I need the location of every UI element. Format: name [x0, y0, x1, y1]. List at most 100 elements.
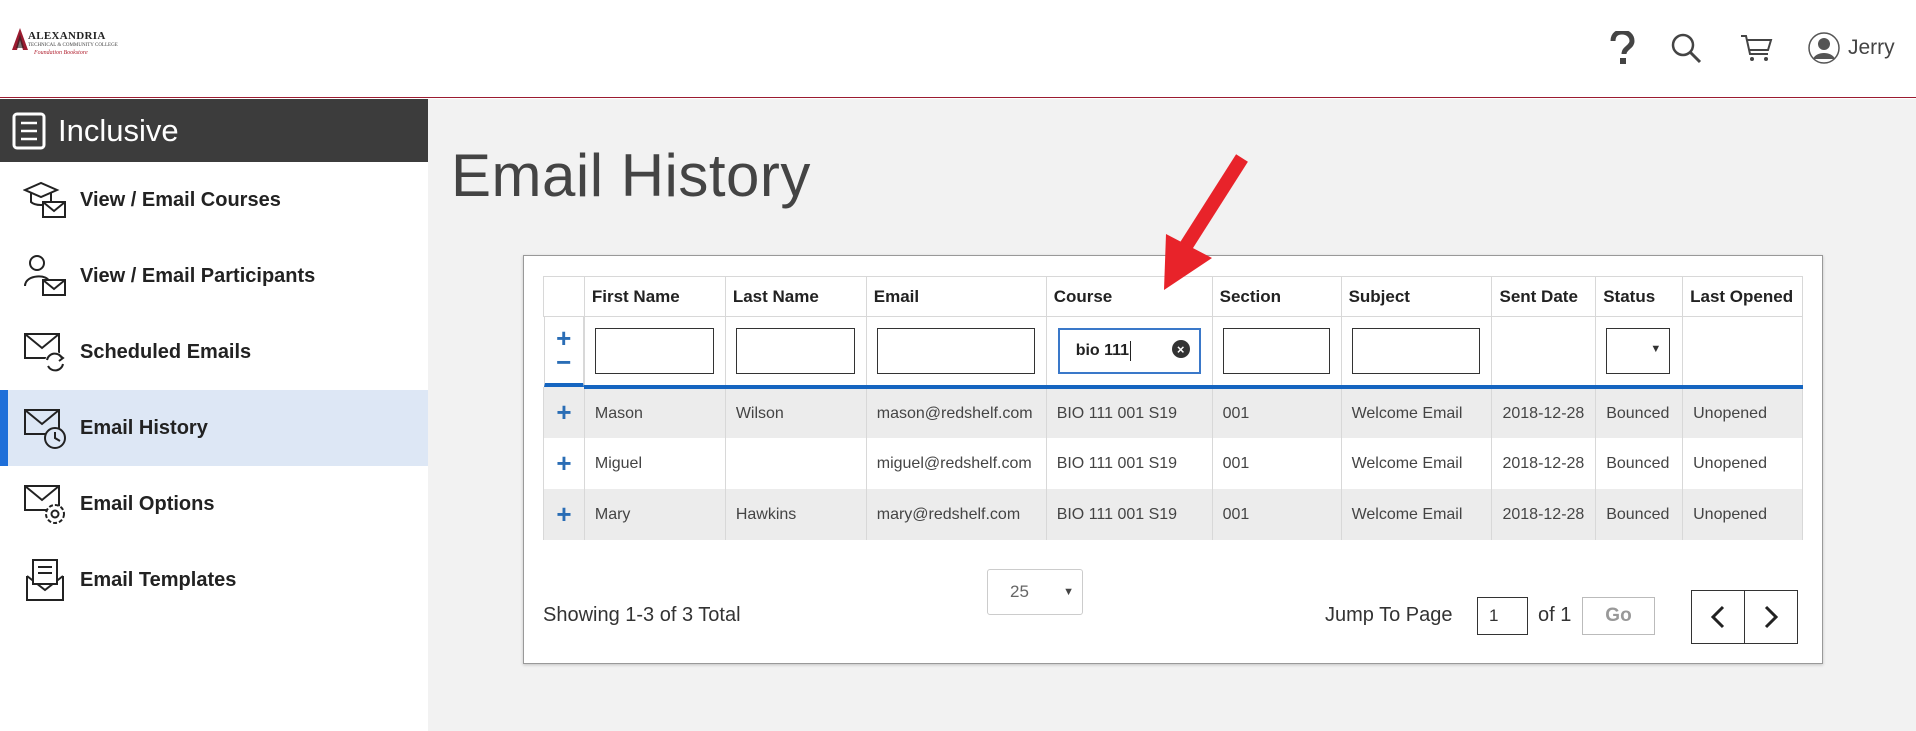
sidebar-item-email-history[interactable]: Email History [0, 390, 428, 466]
search-icon[interactable] [1666, 28, 1706, 68]
cell-section: 001 [1211, 438, 1342, 489]
chevron-right-icon [1764, 605, 1779, 629]
logo-name: ALEXANDRIA [28, 30, 106, 42]
section-filter-input[interactable] [1222, 328, 1330, 374]
email-filter-input[interactable] [876, 328, 1035, 374]
logo-mark-icon [12, 28, 28, 50]
cell-email-link[interactable]: mary@redshelf.com [865, 489, 1047, 540]
expand-row-icon[interactable]: + [543, 438, 585, 489]
sidebar-item-label: View / Email Participants [80, 264, 316, 287]
cell-status: Bounced [1595, 438, 1684, 489]
column-header-last-name[interactable]: Last Name [724, 276, 867, 317]
cell-last-name [724, 438, 867, 489]
column-header-status[interactable]: Status [1595, 276, 1684, 317]
cell-subject: Welcome Email [1340, 489, 1493, 540]
cell-email-link[interactable]: mason@redshelf.com [865, 387, 1047, 438]
first-name-filter-input[interactable] [594, 328, 714, 374]
mail-clock-icon [22, 405, 68, 451]
page-number-input[interactable]: 1 [1477, 597, 1528, 635]
cell-section: 001 [1211, 387, 1342, 438]
sidebar-item-label: Email Templates [80, 568, 237, 591]
cell-sent-date: 2018-12-28 [1491, 438, 1597, 489]
cell-section: 001 [1211, 489, 1342, 540]
user-avatar-icon [1808, 32, 1840, 64]
next-page-button[interactable] [1745, 591, 1797, 643]
sidebar-item-label: Email Options [80, 492, 215, 515]
logo-tagline: TECHNICAL & COMMUNITY COLLEGE [28, 43, 118, 48]
cell-status: Bounced [1595, 489, 1684, 540]
column-header-subject[interactable]: Subject [1340, 276, 1493, 317]
sidebar-item-scheduled-emails[interactable]: Scheduled Emails [0, 314, 428, 390]
course-filter-input[interactable]: bio 111 × [1057, 328, 1201, 374]
table-row: + Mason Wilson mason@redshelf.com BIO 11… [543, 387, 1803, 438]
pager [1691, 590, 1798, 644]
graduation-cap-mail-icon [22, 177, 68, 223]
sidebar-item-view-email-participants[interactable]: View / Email Participants [0, 238, 428, 314]
column-header-last-opened[interactable]: Last Opened [1682, 276, 1803, 317]
email-history-table: First Name Last Name Email Course Sectio… [543, 276, 1803, 540]
cell-last-name: Wilson [724, 387, 867, 438]
go-button[interactable]: Go [1582, 597, 1655, 635]
filter-row: + − bio 111 × [543, 316, 1803, 389]
column-header-first-name[interactable]: First Name [583, 276, 726, 317]
column-header-expand [543, 276, 585, 317]
cell-first-name: Mason [583, 387, 726, 438]
subject-filter-input[interactable] [1351, 328, 1480, 374]
jump-to-page-label: Jump To Page [1325, 604, 1453, 626]
cell-sent-date: 2018-12-28 [1491, 489, 1597, 540]
annotation-arrow-icon [1164, 154, 1248, 290]
cell-subject: Welcome Email [1340, 438, 1493, 489]
status-filter-select[interactable] [1606, 328, 1671, 374]
cell-last-name: Hawkins [724, 489, 867, 540]
expand-row-icon[interactable]: + [543, 387, 585, 438]
expand-row-icon[interactable]: + [543, 489, 585, 540]
last-name-filter-input[interactable] [735, 328, 855, 374]
sidebar: Inclusive View / Email Courses View / Em… [0, 99, 428, 731]
chevron-left-icon [1710, 605, 1725, 629]
sidebar-item-label: Scheduled Emails [80, 340, 252, 363]
text-cursor [1130, 341, 1132, 361]
sidebar-item-email-options[interactable]: Email Options [0, 466, 428, 542]
column-header-sent-date[interactable]: Sent Date [1491, 276, 1597, 317]
user-name: Jerry [1848, 36, 1895, 59]
sidebar-title: Inclusive [58, 112, 179, 148]
sidebar-header: Inclusive [0, 99, 428, 162]
course-filter-value: bio 111 [1075, 342, 1130, 359]
cell-last-opened: Unopened [1682, 387, 1803, 438]
cell-sent-date: 2018-12-28 [1491, 387, 1597, 438]
alexandria-logo[interactable]: ALEXANDRIA TECHNICAL & COMMUNITY COLLEGE… [12, 28, 118, 60]
cell-first-name: Mary [583, 489, 726, 540]
cell-course: BIO 111 001 S19 [1045, 438, 1213, 489]
column-header-email[interactable]: Email [865, 276, 1047, 317]
collapse-all-icon[interactable]: − [556, 349, 571, 375]
previous-page-button[interactable] [1692, 591, 1745, 643]
table-row: + Mary Hawkins mary@redshelf.com BIO 111… [543, 489, 1803, 540]
mail-document-icon [22, 557, 68, 603]
sidebar-item-view-email-courses[interactable]: View / Email Courses [0, 162, 428, 238]
cell-course: BIO 111 001 S19 [1045, 489, 1213, 540]
help-icon[interactable] [1602, 28, 1642, 68]
cell-course: BIO 111 001 S19 [1045, 387, 1213, 438]
user-menu[interactable]: Jerry [1808, 30, 1895, 66]
cell-subject: Welcome Email [1340, 387, 1493, 438]
mail-refresh-icon [22, 329, 68, 375]
clear-filter-icon[interactable]: × [1171, 340, 1190, 358]
total-pages-label: of 1 [1538, 604, 1572, 626]
expand-collapse-all: + − [543, 317, 584, 387]
cell-first-name: Miguel [583, 438, 726, 489]
logo-sub: Foundation Bookstore [34, 50, 88, 56]
document-list-icon [12, 112, 46, 149]
person-mail-icon [22, 253, 68, 299]
cart-icon[interactable] [1736, 28, 1776, 68]
email-history-panel: First Name Last Name Email Course Sectio… [523, 255, 1823, 664]
sidebar-item-label: Email History [80, 416, 208, 439]
cell-status: Bounced [1595, 387, 1684, 438]
cell-email-link[interactable]: miguel@redshelf.com [865, 438, 1047, 489]
cell-last-opened: Unopened [1682, 438, 1803, 489]
per-page-select[interactable]: 25 [987, 569, 1083, 615]
sidebar-item-label: View / Email Courses [80, 188, 281, 211]
top-header: ALEXANDRIA TECHNICAL & COMMUNITY COLLEGE… [0, 0, 1916, 98]
results-count: Showing 1-3 of 3 Total [543, 604, 741, 626]
page-title: Email History [451, 142, 811, 209]
sidebar-item-email-templates[interactable]: Email Templates [0, 542, 428, 618]
